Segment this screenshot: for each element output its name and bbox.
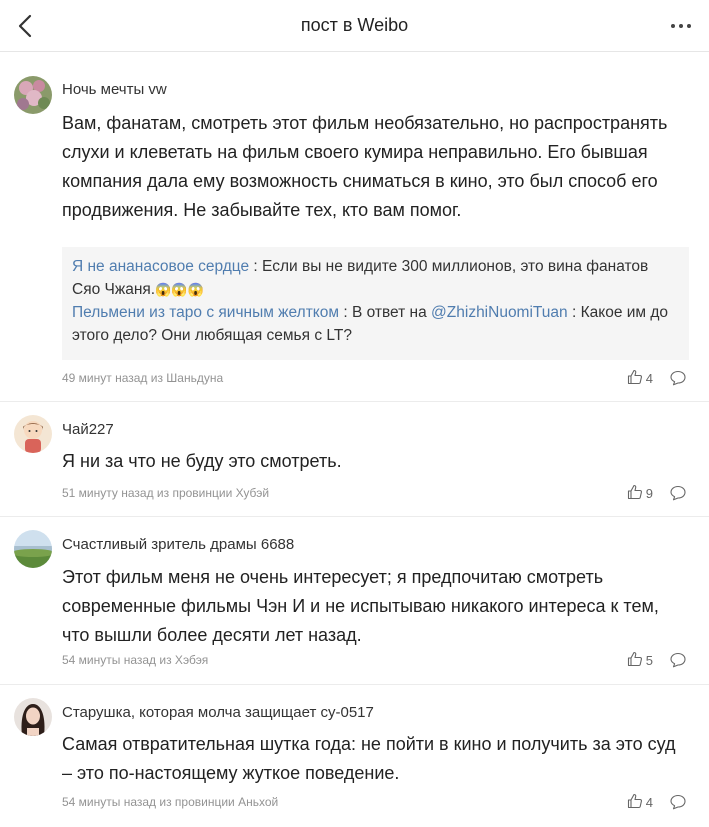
comment-author[interactable]: Старушка, которая молча защищает су-0517 <box>62 704 374 721</box>
like-count: 4 <box>645 795 653 810</box>
top-bar: пост в Weibo <box>0 0 709 52</box>
comment-item: Ночь мечты vw Вам, фанатам, смотреть это… <box>0 52 709 402</box>
comment-bubble-icon[interactable] <box>669 484 687 502</box>
comment-meta: 51 минуту назад из провинции Хубэй <box>62 486 270 500</box>
more-options-icon[interactable] <box>667 14 695 38</box>
reply-text: В ответ на <box>351 304 432 321</box>
comment-bubble-icon[interactable] <box>669 651 687 669</box>
comment-meta: 49 минут назад из Шаньдуна <box>62 371 224 385</box>
comment-author[interactable]: Ночь мечты vw <box>62 81 167 98</box>
comment-bubble-icon[interactable] <box>669 369 687 387</box>
reply-separator: : <box>339 304 352 321</box>
avatar[interactable] <box>14 530 52 568</box>
thumbs-up-icon <box>627 369 643 388</box>
comment-bubble-icon[interactable] <box>669 793 687 811</box>
avatar[interactable] <box>14 698 52 736</box>
like-button[interactable]: 5 <box>627 651 653 670</box>
like-button[interactable]: 4 <box>627 369 653 388</box>
thumbs-up-icon <box>627 651 643 670</box>
comment-author[interactable]: Чай227 <box>62 421 114 438</box>
scream-emoji-icon: 😱😱😱 <box>155 282 204 297</box>
like-button[interactable]: 9 <box>627 484 653 503</box>
comment-item: Старушка, которая молча защищает су-0517… <box>0 685 709 827</box>
page-title: пост в Weibo <box>300 15 409 35</box>
reply-author[interactable]: Пельмени из таро с яичным желтком <box>72 304 339 321</box>
comment-text: Этот фильм меня не очень интересует; я п… <box>62 567 659 645</box>
comment-text: Вам, фанатам, смотреть этот фильм необяз… <box>62 113 668 220</box>
reply-item: Я не ананасовое сердце : Если вы не види… <box>72 255 679 301</box>
comment-meta: 54 минуты назад из провинции Аньхой <box>62 795 279 809</box>
like-count: 4 <box>645 371 653 386</box>
reply-author[interactable]: Я не ананасовое сердце <box>72 258 249 275</box>
reply-item: Пельмени из таро с яичным желтком : В от… <box>72 301 679 347</box>
comment-text: Я ни за что не буду это смотреть. <box>62 451 342 471</box>
comment-author[interactable]: Счастливый зритель драмы 6688 <box>62 536 294 553</box>
comment-item: Счастливый зритель драмы 6688 Этот фильм… <box>0 517 709 685</box>
avatar[interactable] <box>14 415 52 453</box>
comment-item: Чай227 Я ни за что не буду это смотреть.… <box>0 402 709 517</box>
comment-text: Самая отвратительная шутка года: не пойт… <box>62 734 676 783</box>
thumbs-up-icon <box>627 484 643 503</box>
mention-link[interactable]: @ZhizhiNuomiTuan <box>431 304 568 321</box>
avatar[interactable] <box>14 76 52 114</box>
replies-box[interactable]: Я не ананасовое сердце : Если вы не види… <box>62 247 689 360</box>
reply-separator: : <box>249 258 263 275</box>
like-button[interactable]: 4 <box>627 793 653 812</box>
comment-meta: 54 минуты назад из Хэбэя <box>62 653 209 667</box>
like-count: 9 <box>645 486 653 501</box>
thumbs-up-icon <box>627 793 643 812</box>
like-count: 5 <box>645 653 653 668</box>
